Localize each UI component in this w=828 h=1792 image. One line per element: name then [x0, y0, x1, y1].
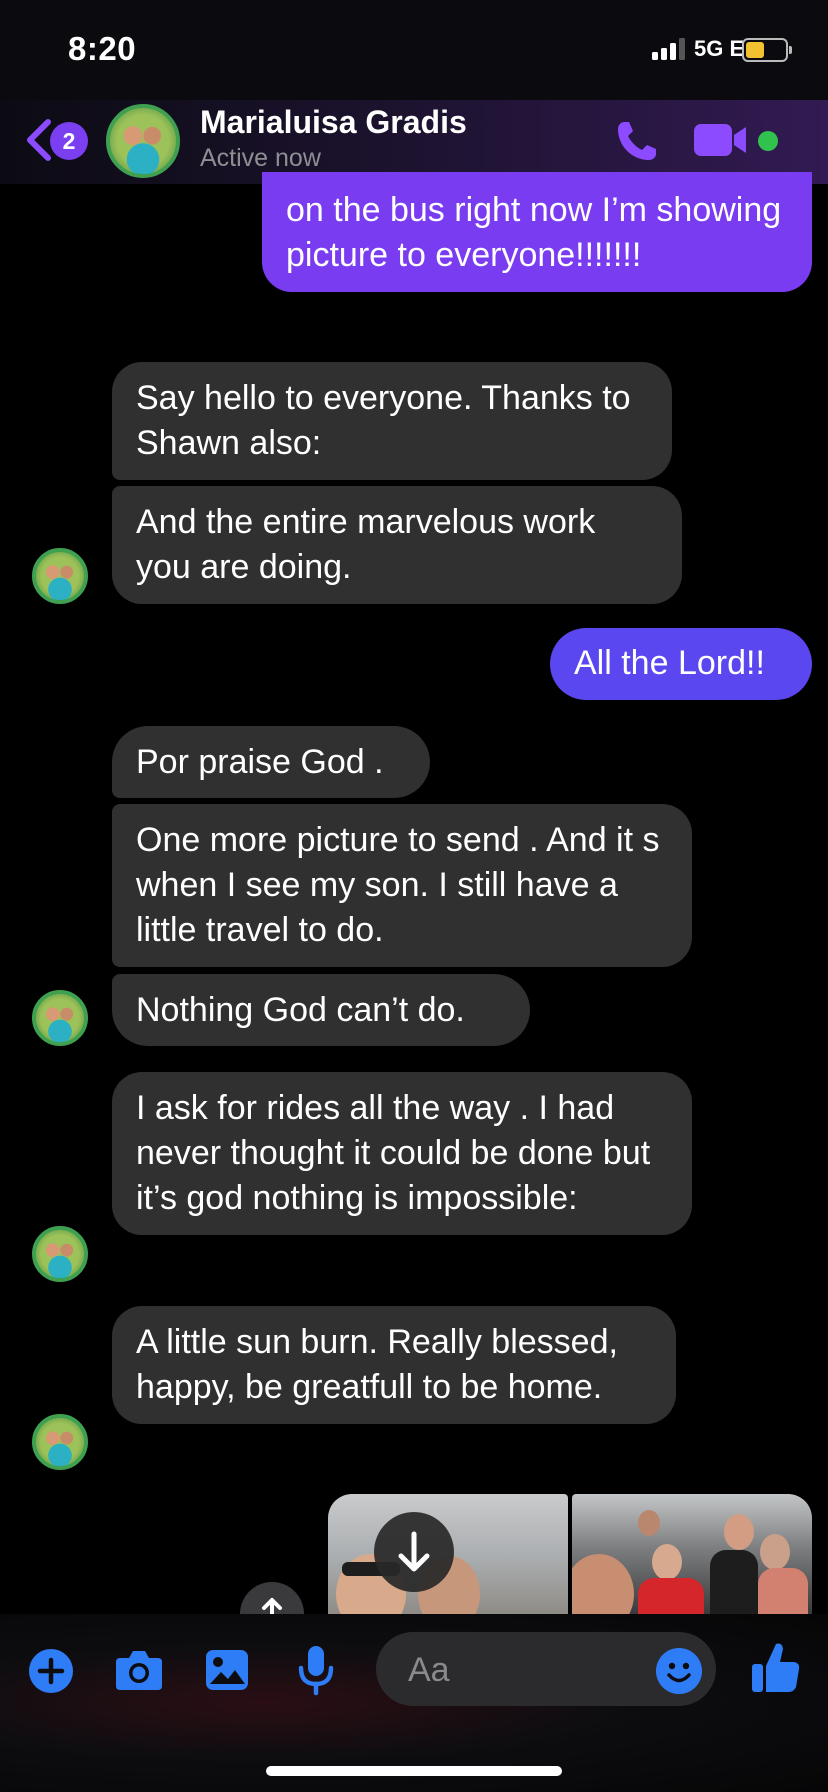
outgoing-message[interactable]: All the Lord!!: [550, 628, 812, 700]
incoming-message[interactable]: A little sun burn. Really blessed, happy…: [112, 1306, 676, 1424]
sender-avatar[interactable]: [32, 548, 88, 604]
sender-avatar[interactable]: [32, 990, 88, 1046]
clock: 8:20: [68, 30, 137, 67]
emoji-icon[interactable]: [656, 1648, 702, 1694]
incoming-message[interactable]: One more picture to send . And it s when…: [112, 804, 692, 967]
gallery-icon[interactable]: [204, 1648, 250, 1692]
home-indicator[interactable]: [266, 1766, 562, 1776]
thumbs-up-icon[interactable]: [750, 1640, 802, 1694]
phone-call-icon[interactable]: [612, 116, 662, 166]
sender-avatar[interactable]: [32, 1226, 88, 1282]
scroll-down-icon[interactable]: [374, 1512, 454, 1592]
microphone-icon[interactable]: [296, 1644, 336, 1696]
signal-icon: [652, 38, 685, 60]
incoming-message[interactable]: Say hello to everyone. Thanks to Shawn a…: [112, 362, 672, 480]
camera-icon[interactable]: [114, 1648, 164, 1692]
message-input[interactable]: [406, 1632, 630, 1708]
network-type: 5G E: [694, 36, 745, 61]
video-call-icon[interactable]: [694, 122, 752, 158]
battery-icon: [742, 38, 792, 62]
plus-icon[interactable]: [28, 1648, 74, 1694]
incoming-message[interactable]: Nothing God can’t do.: [112, 974, 530, 1046]
contact-status: Active now: [200, 144, 321, 172]
outgoing-message[interactable]: on the bus right now I’m showing picture…: [262, 172, 812, 292]
unread-badge[interactable]: 2: [50, 122, 88, 160]
incoming-message[interactable]: I ask for rides all the way . I had neve…: [112, 1072, 692, 1235]
sender-avatar[interactable]: [32, 1414, 88, 1470]
status-bar: 8:20 5G E: [0, 0, 828, 100]
contact-name[interactable]: Marialuisa Gradis: [200, 104, 467, 141]
incoming-message[interactable]: And the entire marvelous work you are do…: [112, 486, 682, 604]
incoming-message[interactable]: Por praise God .: [112, 726, 430, 798]
photo-attachment[interactable]: [572, 1494, 812, 1614]
contact-avatar[interactable]: [106, 104, 180, 178]
online-indicator: [758, 131, 778, 151]
